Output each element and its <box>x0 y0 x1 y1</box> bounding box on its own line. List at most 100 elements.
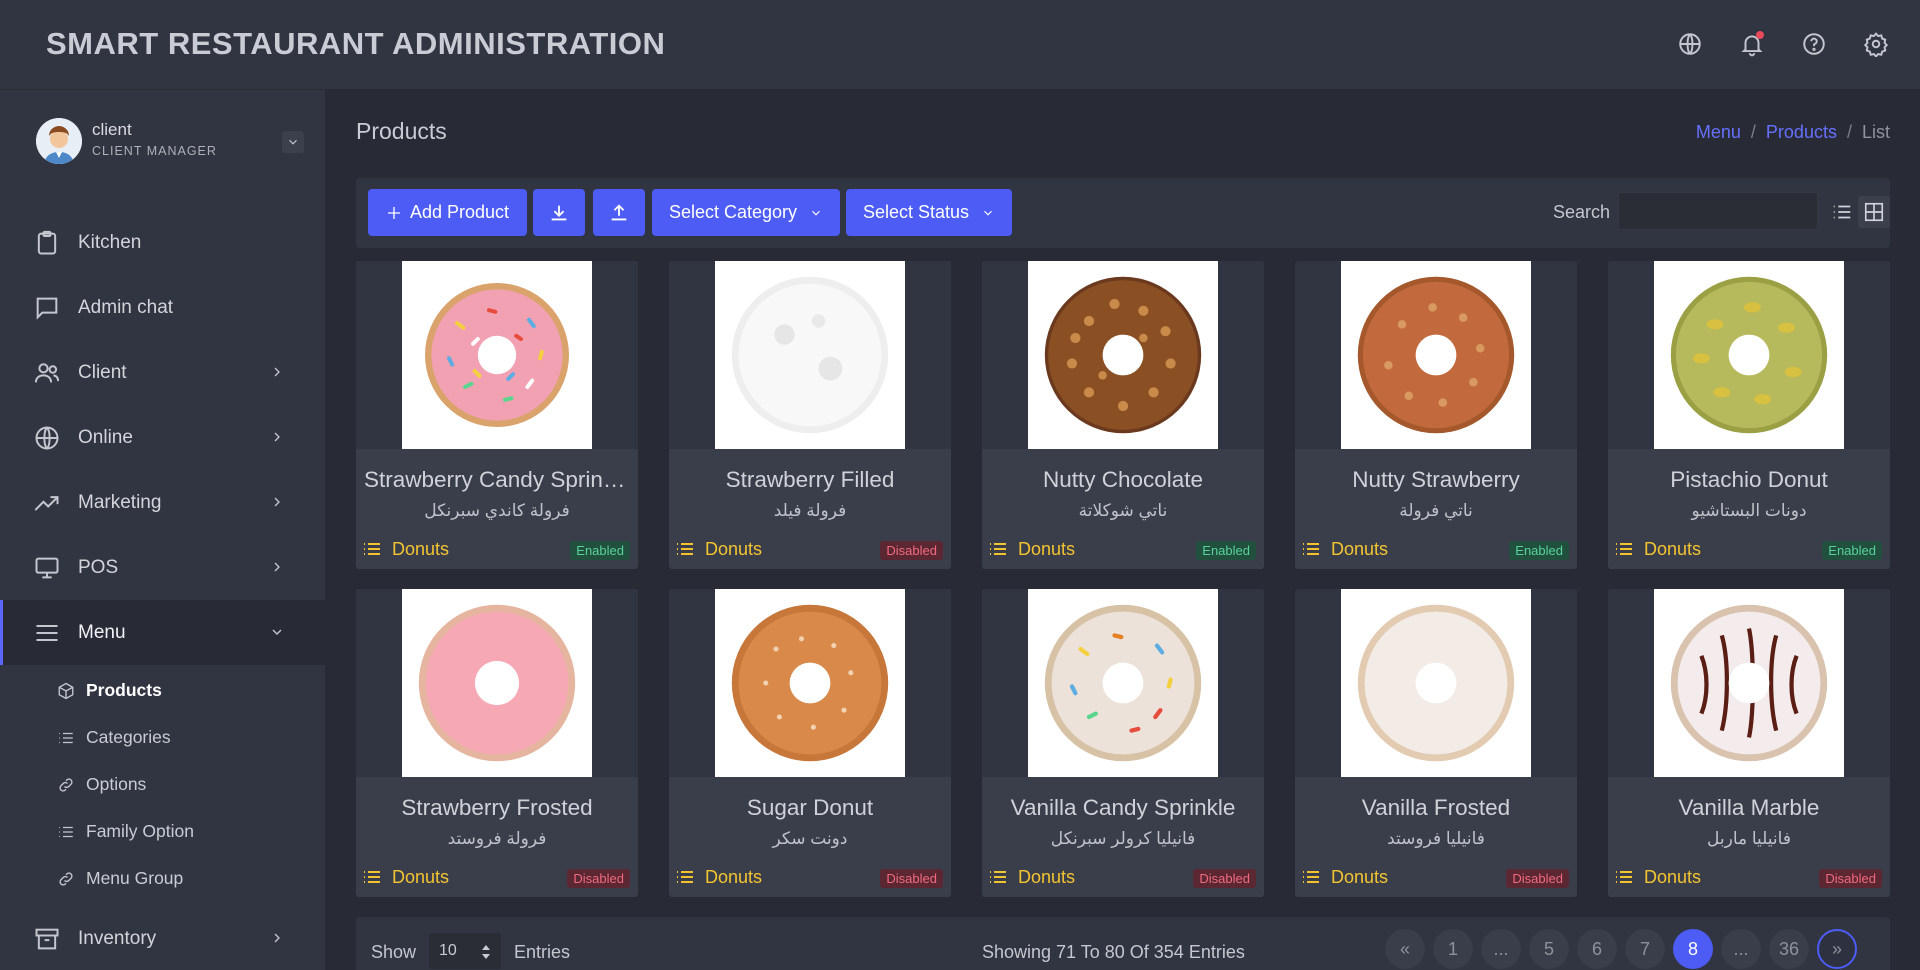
status-badge: Disabled <box>880 541 943 560</box>
sidebar-subitem-label: Family Option <box>86 821 194 841</box>
product-category: Donuts <box>1018 539 1076 559</box>
chevron-down-icon <box>812 210 820 216</box>
sidebar-item-pos[interactable]: POS <box>0 535 325 600</box>
product-category: Donuts <box>1331 539 1389 559</box>
breadcrumb-products[interactable]: Products <box>1766 122 1837 143</box>
chevron-right-icon <box>269 364 285 380</box>
product-name-ar: دونت سكر <box>772 829 848 848</box>
sidebar-subitem-family-option[interactable]: Family Option <box>0 808 325 855</box>
product-image <box>715 261 905 449</box>
entries-per-page-select[interactable]: 10 <box>429 933 501 969</box>
gear-icon[interactable] <box>1860 28 1892 60</box>
product-card[interactable]: Vanilla Marble فانيليا ماربل Donuts Disa… <box>1608 589 1890 897</box>
page-button-current[interactable]: 8 <box>1673 929 1713 969</box>
sidebar-subitem-menu-group[interactable]: Menu Group <box>0 855 325 902</box>
product-image <box>1028 261 1218 449</box>
search-input[interactable] <box>1618 192 1818 230</box>
list-icon <box>1615 870 1633 884</box>
product-category: Donuts <box>1644 867 1702 887</box>
sidebar-item-client[interactable]: Client <box>0 340 325 405</box>
list-icon <box>56 822 76 842</box>
product-name: Vanilla Frosted <box>1361 795 1511 820</box>
sidebar-subitem-label: Categories <box>86 727 171 747</box>
list-icon <box>676 542 694 556</box>
list-icon <box>1833 205 1851 219</box>
add-product-button[interactable]: Add Product <box>368 189 527 236</box>
product-name: Strawberry Frosted <box>401 795 593 820</box>
list-icon <box>676 870 694 884</box>
breadcrumb-menu[interactable]: Menu <box>1696 122 1741 143</box>
sidebar-item-menu[interactable]: Menu <box>0 600 325 665</box>
sidebar-item-label: Kitchen <box>78 231 142 253</box>
grid-view-toggle[interactable] <box>1858 196 1890 228</box>
sidebar-item-label: Client <box>78 361 127 383</box>
page-next[interactable]: » <box>1817 929 1857 969</box>
sort-arrows-icon <box>482 945 490 959</box>
sidebar-item-online[interactable]: Online <box>0 405 325 470</box>
product-card[interactable]: Strawberry Candy Sprinkle فرولة كاندي سب… <box>356 261 638 569</box>
sidebar-item-admin-chat[interactable]: Admin chat <box>0 275 325 340</box>
product-name: Vanilla Candy Sprinkle <box>1010 795 1236 820</box>
product-card[interactable]: Vanilla Frosted فانيليا فروستد Donuts Di… <box>1295 589 1577 897</box>
sidebar-item-kitchen[interactable]: Kitchen <box>0 210 325 275</box>
page-first[interactable]: « <box>1385 929 1425 969</box>
sidebar-subitem-categories[interactable]: Categories <box>0 714 325 761</box>
product-image <box>1654 589 1844 777</box>
product-category: Donuts <box>705 539 763 559</box>
product-name-ar: فرولة فيلد <box>773 501 847 520</box>
select-status-dropdown[interactable]: Select Status <box>846 189 1012 236</box>
bell-icon[interactable] <box>1736 28 1768 60</box>
product-name-ar: دونات البستاشيو <box>1691 501 1807 520</box>
plus-icon <box>387 206 400 219</box>
product-card[interactable]: Pistachio Donut دونات البستاشيو Donuts E… <box>1608 261 1890 569</box>
main-content: Products Menu / Products / List Add Prod… <box>325 90 1920 970</box>
product-card[interactable]: Nutty Chocolate ناتي شوكلاتة Donuts Enab… <box>982 261 1264 569</box>
product-card[interactable]: Vanilla Candy Sprinkle فانيليا كرولر سبر… <box>982 589 1264 897</box>
help-icon[interactable] <box>1798 28 1830 60</box>
product-card[interactable]: Nutty Strawberry ناتي فرولة Donuts Enabl… <box>1295 261 1577 569</box>
user-name: client <box>92 120 132 139</box>
status-badge: Enabled <box>1822 541 1882 560</box>
product-category: Donuts <box>392 539 450 559</box>
upload-button[interactable] <box>593 189 645 236</box>
user-menu-toggle[interactable] <box>282 131 304 153</box>
page-ellipsis: ... <box>1721 929 1761 969</box>
product-name: Strawberry Candy Sprinkle <box>364 467 632 492</box>
page-button[interactable]: 7 <box>1625 929 1665 969</box>
page-button[interactable]: 6 <box>1577 929 1617 969</box>
sidebar-item-label: Menu <box>78 621 126 643</box>
product-card[interactable]: Strawberry Frosted فرولة فروستد Donuts D… <box>356 589 638 897</box>
sidebar-item-inventory[interactable]: Inventory <box>0 906 325 970</box>
breadcrumb-current: List <box>1861 122 1890 142</box>
sidebar-subitem-options[interactable]: Options <box>0 761 325 808</box>
download-button[interactable] <box>533 189 585 236</box>
product-category: Donuts <box>705 867 763 887</box>
list-view-toggle[interactable] <box>1826 196 1858 228</box>
page-button[interactable]: 1 <box>1433 929 1473 969</box>
product-card[interactable]: Strawberry Filled فرولة فيلد Donuts Disa… <box>669 261 951 569</box>
product-name-ar: فرولة فروستد <box>447 829 547 848</box>
page-button[interactable]: 5 <box>1529 929 1569 969</box>
page-button[interactable]: 36 <box>1769 929 1809 969</box>
sidebar-item-marketing[interactable]: Marketing <box>0 470 325 535</box>
users-icon <box>32 358 62 388</box>
product-card[interactable]: Sugar Donut دونت سكر Donuts Disabled <box>669 589 951 897</box>
add-product-label: Add Product <box>409 202 510 222</box>
breadcrumb-separator: / <box>1750 122 1756 142</box>
chevron-right-icon <box>269 930 285 946</box>
breadcrumb-separator: / <box>1846 122 1852 142</box>
product-name-ar: فرولة كاندي سبرنكل <box>424 501 570 520</box>
select-category-dropdown[interactable]: Select Category <box>652 189 840 236</box>
avatar <box>36 118 82 164</box>
sidebar-subitem-products[interactable]: Products <box>0 667 325 714</box>
toolbar: Add Product Select Category Select Statu… <box>356 178 1890 248</box>
product-image <box>1654 261 1844 449</box>
globe-icon <box>32 423 62 453</box>
clipboard-icon <box>32 228 62 258</box>
product-image <box>1341 589 1531 777</box>
cube-icon <box>56 681 76 701</box>
list-icon <box>363 542 381 556</box>
list-icon <box>363 870 381 884</box>
product-name: Nutty Strawberry <box>1352 467 1520 492</box>
globe-icon[interactable] <box>1674 28 1706 60</box>
